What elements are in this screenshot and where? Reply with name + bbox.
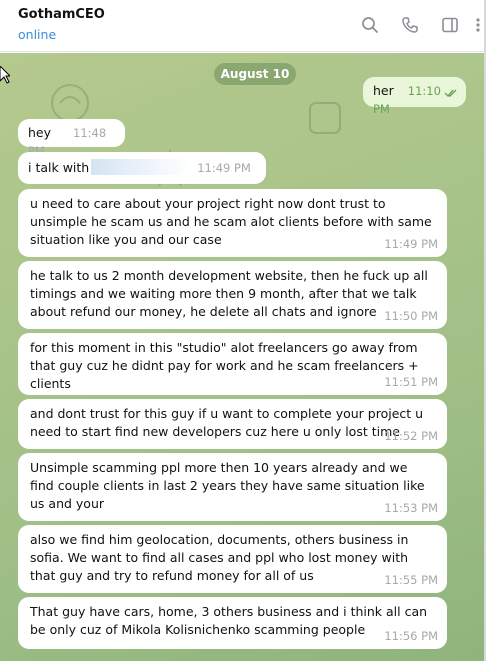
read-receipt-icon (444, 89, 457, 98)
message-text: he talk to us 2 month development websit… (30, 268, 428, 319)
search-icon[interactable] (359, 14, 381, 36)
message-time: 11:49 PM (197, 161, 251, 175)
message-text: i talk with (28, 160, 90, 175)
chat-area[interactable]: August 10 her 11:10 PM hey 11:48 PM i ta… (0, 53, 484, 661)
message-text: for this moment in this "studio" alot fr… (30, 340, 419, 391)
message-time: 11:51 PM (384, 375, 438, 389)
phone-icon[interactable] (399, 14, 421, 36)
message-text: Unsimple scamming ppl more then 10 years… (30, 460, 425, 511)
message-text: also we find him geolocation, documents,… (30, 532, 409, 583)
message-time: 11:52 PM (384, 429, 438, 443)
message-time: 11:53 PM (384, 501, 438, 515)
chat-header: GothamCEO online (0, 0, 486, 52)
contact-name[interactable]: GothamCEO (18, 7, 105, 22)
message-bubble-incoming[interactable]: That guy have cars, home, 3 others busin… (18, 597, 447, 649)
redacted-text (91, 159, 192, 175)
more-icon[interactable] (472, 14, 484, 36)
message-text: her (373, 83, 394, 98)
message-bubble-incoming[interactable]: u need to care about your project right … (18, 189, 447, 257)
message-bubble-incoming[interactable]: i talk with 11:49 PM (18, 152, 266, 184)
message-time: 11:50 PM (384, 309, 438, 323)
sidebar-toggle-icon[interactable] (439, 14, 461, 36)
pattern-icon (309, 102, 341, 134)
message-time: 11:55 PM (384, 573, 438, 587)
date-separator: August 10 (214, 63, 296, 85)
message-time: 11:49 PM (384, 237, 438, 251)
message-text: and dont trust for this guy if u want to… (30, 406, 424, 439)
message-time: 11:56 PM (384, 629, 438, 643)
mouse-cursor-icon (0, 66, 10, 84)
message-bubble-incoming[interactable]: hey 11:48 PM (18, 119, 125, 158)
message-text: hey (28, 125, 52, 140)
message-bubble-incoming[interactable]: also we find him geolocation, documents,… (18, 525, 447, 593)
contact-status: online (18, 27, 57, 42)
message-bubble-incoming[interactable]: he talk to us 2 month development websit… (18, 261, 447, 329)
message-bubble-incoming[interactable]: for this moment in this "studio" alot fr… (18, 333, 447, 395)
message-bubble-incoming[interactable]: and dont trust for this guy if u want to… (18, 399, 447, 449)
message-bubble-incoming[interactable]: Unsimple scamming ppl more then 10 years… (18, 453, 447, 521)
message-bubble-outgoing[interactable]: her 11:10 PM (363, 77, 466, 116)
message-text: That guy have cars, home, 3 others busin… (30, 604, 428, 637)
message-text: u need to care about your project right … (30, 196, 432, 247)
